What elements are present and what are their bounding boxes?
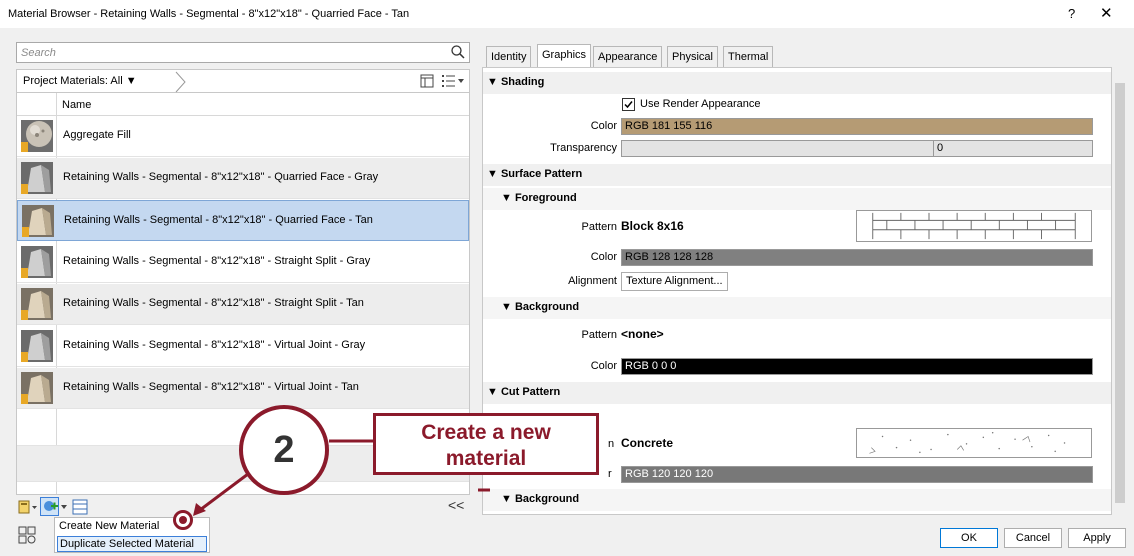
target-marker-icon — [173, 510, 193, 530]
callout-pointer-line — [199, 472, 249, 512]
arrowhead-icon — [193, 503, 206, 516]
callout-text-line2: material — [445, 447, 527, 470]
callout-text-line1: Create a new — [421, 421, 551, 444]
callout-box: Create a new material — [373, 413, 599, 475]
step-number-badge: 2 — [239, 405, 329, 495]
